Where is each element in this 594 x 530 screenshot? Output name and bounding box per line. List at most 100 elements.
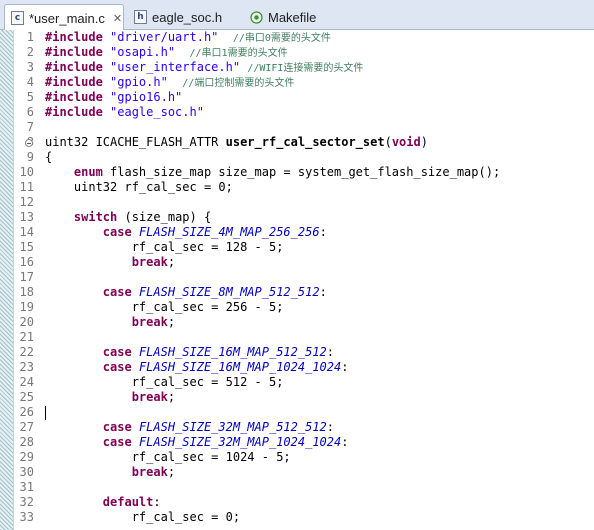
code-line[interactable]: uint32 rf_cal_sec = 0; — [45, 180, 233, 195]
line-number: 13 — [19, 210, 34, 224]
code-line[interactable]: case FLASH_SIZE_16M_MAP_1024_1024: — [45, 360, 349, 375]
change-ruler — [0, 30, 14, 530]
line-number-gutter: 1234567891011121314151617181920212223242… — [14, 30, 42, 530]
code-token: case — [102, 345, 132, 359]
code-line[interactable]: case FLASH_SIZE_32M_MAP_512_512: — [45, 420, 334, 435]
code-token: uint32 ICACHE_FLASH_ATTR — [45, 135, 226, 149]
code-line[interactable]: rf_cal_sec = 256 - 5; — [45, 300, 284, 315]
line-number: 16 — [19, 255, 34, 269]
code-token: uint32 rf_cal_sec = 0; — [45, 180, 233, 194]
code-token: //端口控制需要的头文件 — [182, 78, 295, 89]
code-line[interactable]: rf_cal_sec = 512 - 5; — [45, 375, 284, 390]
code-token: break — [131, 255, 168, 269]
code-token: //串口1需要的头文件 — [189, 48, 288, 59]
code-token: "gpio16.h" — [110, 90, 183, 104]
line-number: 30 — [19, 465, 34, 479]
tab-eagle-soc-h[interactable]: h eagle_soc.h — [128, 4, 240, 30]
code-line[interactable]: case FLASH_SIZE_4M_MAP_256_256: — [45, 225, 327, 240]
code-token: : — [341, 435, 349, 449]
code-token: ; — [167, 255, 176, 269]
code-editor[interactable]: 1234567891011121314151617181920212223242… — [0, 30, 594, 530]
code-token: rf_cal_sec = 256 - 5; — [45, 300, 284, 314]
line-number: 2 — [26, 45, 34, 59]
line-number: 11 — [19, 180, 34, 194]
code-line[interactable]: break; — [45, 390, 175, 405]
line-number: 26 — [19, 405, 34, 419]
tab-makefile[interactable]: Makefile — [244, 4, 344, 30]
line-number: 22 — [19, 345, 34, 359]
code-line[interactable]: #include "driver/uart.h" //串口0需要的头文件 — [45, 30, 331, 45]
code-line[interactable]: { — [45, 150, 52, 165]
code-area[interactable]: #include "driver/uart.h" //串口0需要的头文件 #inc… — [45, 30, 594, 530]
code-token: #include — [45, 30, 111, 44]
code-token: flash_size_map size_map = system_get_fla… — [102, 165, 501, 179]
code-token: default — [102, 495, 154, 509]
line-number: 15 — [19, 240, 34, 254]
code-line[interactable]: rf_cal_sec = 0; — [45, 510, 240, 525]
code-token: case — [102, 225, 132, 239]
code-line[interactable]: #include "gpio.h" //端口控制需要的头文件 — [45, 75, 294, 90]
line-number: 23 — [19, 360, 34, 374]
code-line[interactable]: #include "gpio16.h" — [45, 90, 182, 105]
code-token: : — [341, 360, 349, 374]
close-tab-icon[interactable]: ✕ — [113, 12, 122, 25]
code-token: FLASH_SIZE_32M_MAP_1024_1024 — [138, 435, 342, 449]
tab-label: Makefile — [268, 9, 317, 25]
code-token: rf_cal_sec = 1024 - 5; — [45, 450, 291, 464]
code-token: case — [102, 435, 132, 449]
code-line[interactable]: uint32 ICACHE_FLASH_ATTR user_rf_cal_sec… — [45, 135, 428, 150]
line-number: 6 — [26, 105, 34, 119]
code-line[interactable]: default: — [45, 495, 161, 510]
line-number: 27 — [19, 420, 34, 434]
code-line[interactable]: case FLASH_SIZE_8M_MAP_512_512: — [45, 285, 327, 300]
code-token: ( — [384, 135, 392, 149]
code-token: break — [131, 390, 168, 404]
code-token: enum — [73, 165, 103, 179]
code-line[interactable]: case FLASH_SIZE_32M_MAP_1024_1024: — [45, 435, 349, 450]
code-line[interactable]: #include "user_interface.h" //WIFI连接需要的头… — [45, 60, 363, 75]
code-token: rf_cal_sec = 512 - 5; — [45, 375, 284, 389]
code-token: : — [319, 225, 327, 239]
tab-user-main-c[interactable]: c *user_main.c ✕ — [4, 4, 124, 31]
code-line[interactable]: switch (size_map) { — [45, 210, 211, 225]
line-number: 33 — [19, 510, 34, 524]
line-number: 12 — [19, 195, 34, 209]
code-token: : — [326, 345, 335, 359]
line-number: 4 — [26, 75, 34, 89]
code-token: : — [326, 420, 335, 434]
code-line[interactable]: rf_cal_sec = 1024 - 5; — [45, 450, 291, 465]
code-line[interactable]: break; — [45, 315, 175, 330]
line-number: 31 — [19, 480, 34, 494]
text-caret — [45, 406, 46, 420]
fold-collapse-icon[interactable] — [25, 139, 33, 147]
code-line[interactable]: break; — [45, 465, 175, 480]
code-token: void — [391, 135, 421, 149]
code-line[interactable]: #include "osapi.h" //串口1需要的头文件 — [45, 45, 288, 60]
code-token: : — [319, 285, 327, 299]
line-number: 17 — [19, 270, 34, 284]
code-line[interactable]: #include "eagle_soc.h" — [45, 105, 204, 120]
code-line[interactable]: enum flash_size_map size_map = system_ge… — [45, 165, 500, 180]
c-file-icon: c — [11, 11, 24, 25]
code-line[interactable]: rf_cal_sec = 128 - 5; — [45, 240, 284, 255]
code-token: "gpio.h" — [110, 75, 168, 89]
line-number: 1 — [26, 30, 34, 44]
code-line[interactable]: case FLASH_SIZE_16M_MAP_512_512: — [45, 345, 334, 360]
code-line[interactable]: break; — [45, 255, 175, 270]
line-number: 20 — [19, 315, 34, 329]
